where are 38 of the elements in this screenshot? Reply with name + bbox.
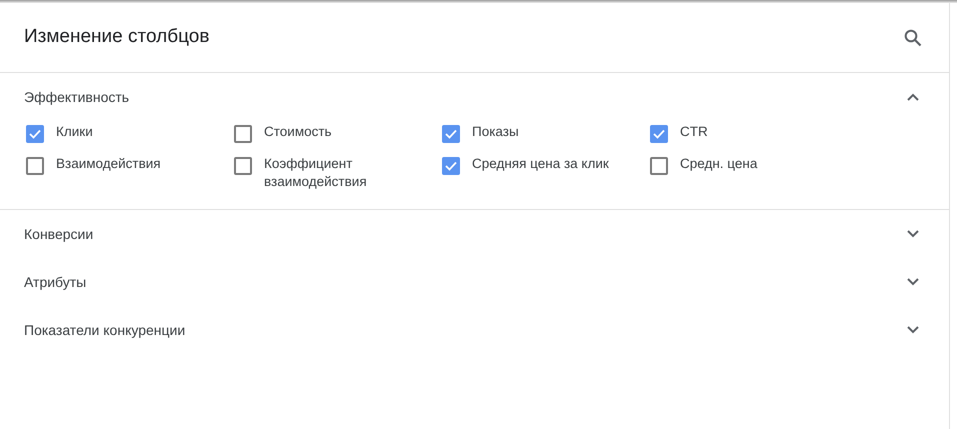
checkbox[interactable] [442,157,460,175]
chevron-down-icon [907,278,919,286]
section-header[interactable]: Показатели конкуренции [0,306,949,354]
checkbox[interactable] [650,157,668,175]
checkbox-option[interactable]: Стоимость [234,123,442,143]
checkbox[interactable] [234,125,252,143]
checkbox-option[interactable]: Коэффициент взаимодействия [234,155,442,191]
checkbox-option[interactable]: Взаимодействия [26,155,234,191]
section-header[interactable]: Атрибуты [0,258,949,306]
section-header[interactable]: Конверсии [0,210,949,258]
checkbox-option[interactable]: CTR [650,123,858,143]
dialog-title: Изменение столбцов [24,25,210,50]
option-label: Средняя цена за клик [472,155,610,173]
option-label: Показы [472,123,520,141]
option-label: Взаимодействия [56,155,162,173]
option-label: Клики [56,123,94,141]
chevron-down-icon [907,230,919,238]
check-icon [653,129,665,139]
checkbox[interactable] [442,125,460,143]
checkbox-option[interactable]: Средн. цена [650,155,858,191]
chevron-up-icon [907,93,919,101]
search-icon [904,28,922,46]
option-label: CTR [680,123,709,141]
option-label: Средн. цена [680,155,758,173]
check-icon [445,129,457,139]
section-header[interactable]: Эффективность [0,73,949,121]
checkbox-option[interactable]: Средняя цена за клик [442,155,650,191]
checkbox-option[interactable]: Клики [26,123,234,143]
check-icon [445,161,457,171]
checkbox[interactable] [650,125,668,143]
check-icon [29,129,41,139]
checkbox[interactable] [26,125,44,143]
checkbox[interactable] [234,157,252,175]
option-label: Стоимость [264,123,333,141]
checkbox-option[interactable]: Показы [442,123,650,143]
checkbox[interactable] [26,157,44,175]
option-label: Коэффициент взаимодействия [264,155,368,191]
chevron-down-icon [907,326,919,334]
